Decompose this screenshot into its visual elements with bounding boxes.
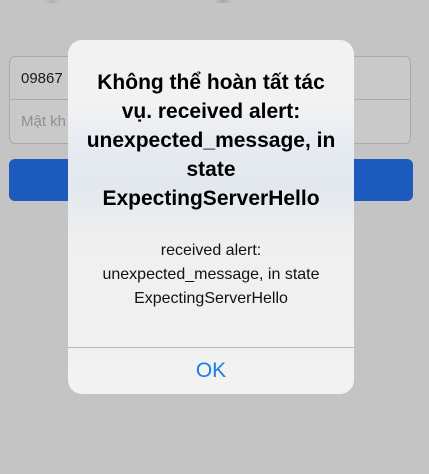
ok-button[interactable]: OK <box>68 348 354 394</box>
alert-message: received alert: unexpected_message, in s… <box>102 242 320 307</box>
alert-title: Không thể hoàn tất tác vụ. received aler… <box>86 71 336 210</box>
alert-dialog: Không thể hoàn tất tác vụ. received aler… <box>68 40 354 394</box>
